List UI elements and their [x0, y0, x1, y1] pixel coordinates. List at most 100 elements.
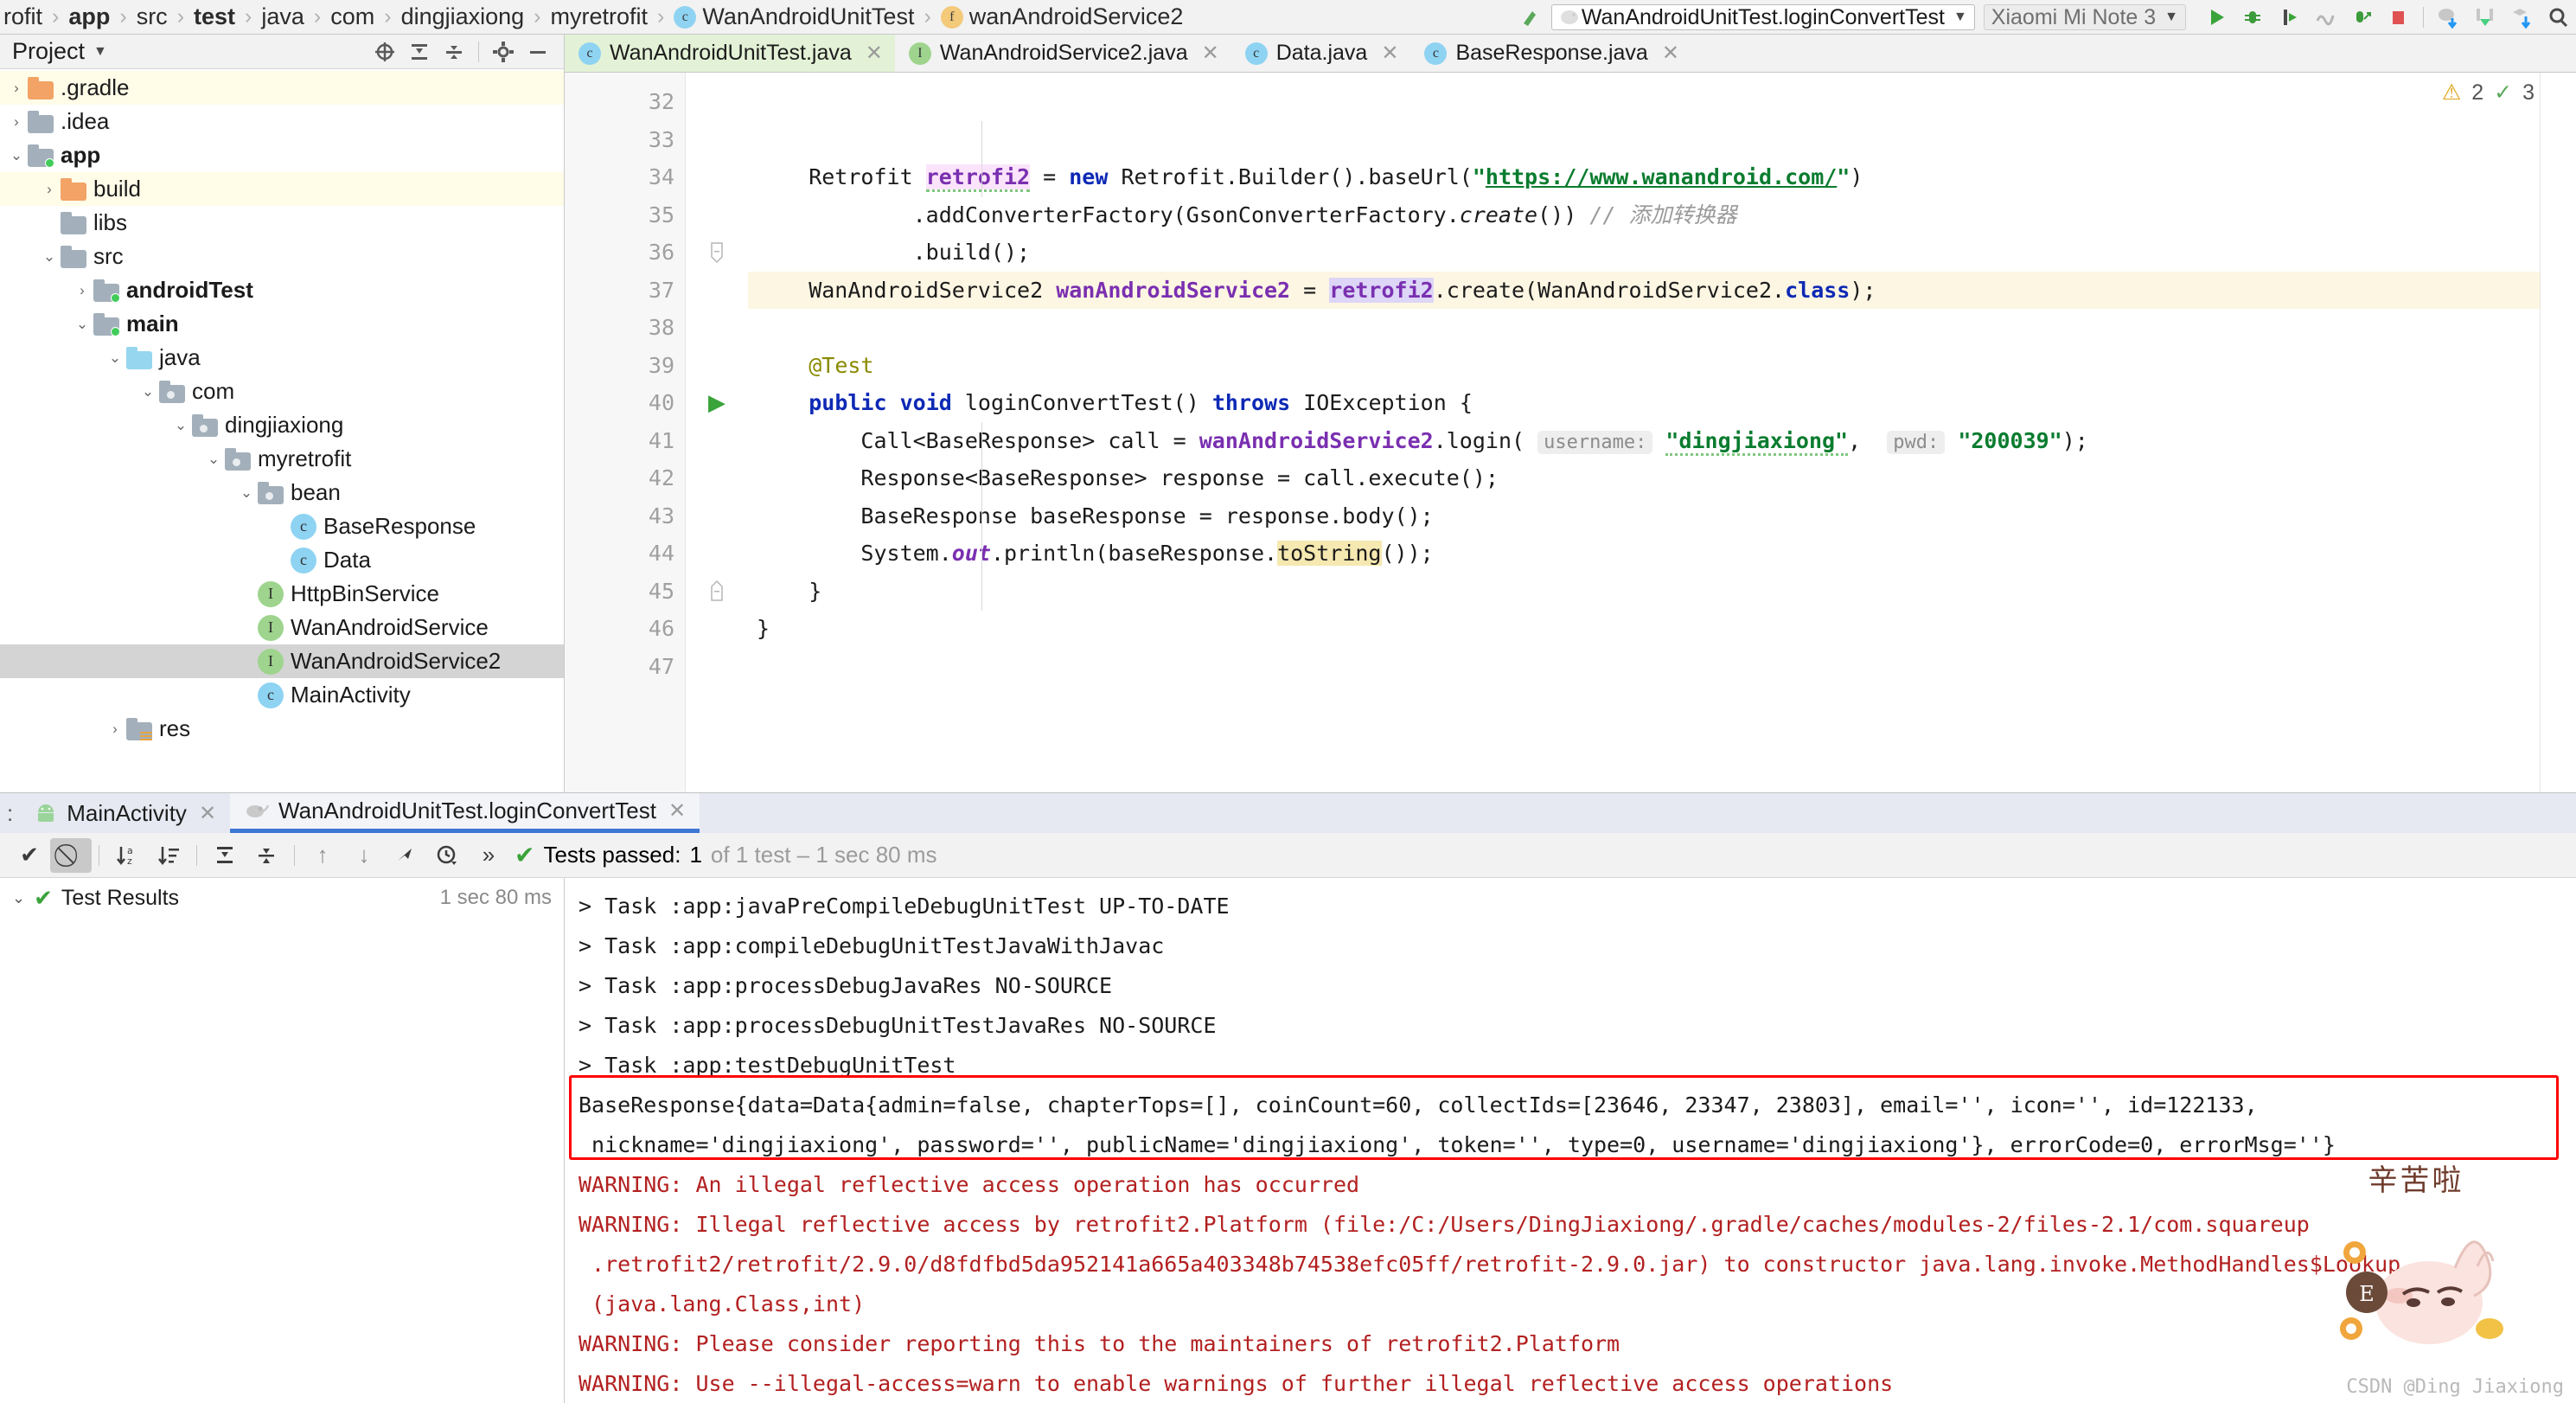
tree-item-libs[interactable]: libs: [0, 206, 564, 240]
tree-item-androidtest[interactable]: › androidTest: [0, 273, 564, 307]
weak-warning-count: 3: [2522, 80, 2534, 105]
fold-marker[interactable]: [686, 234, 748, 272]
editor-tab-baseresponsejava[interactable]: c BaseResponse.java ✕: [1410, 35, 1691, 72]
chevron-down-icon[interactable]: ⌄: [38, 248, 61, 266]
settings-gear-icon[interactable]: [486, 37, 521, 67]
tree-item-myretrofit[interactable]: ⌄ myretrofit: [0, 442, 564, 476]
more-options-icon[interactable]: »: [468, 838, 509, 873]
stop-icon[interactable]: [2383, 4, 2413, 30]
chevron-right-icon[interactable]: ›: [104, 721, 126, 738]
chevron-down-icon[interactable]: ⌄: [104, 349, 126, 367]
close-icon[interactable]: ✕: [199, 801, 216, 826]
chevron-right-icon[interactable]: ›: [71, 282, 93, 299]
chevron-down-icon[interactable]: ▼: [2164, 10, 2178, 25]
show-passed-icon[interactable]: ✔: [9, 838, 50, 873]
tree-item-gradle[interactable]: › .gradle: [0, 71, 564, 105]
prev-failed-icon[interactable]: ↑: [302, 838, 343, 873]
tree-item-main[interactable]: ⌄ main: [0, 307, 564, 341]
close-icon[interactable]: ✕: [1381, 41, 1398, 66]
chevron-down-icon[interactable]: ⌄: [71, 316, 93, 333]
breadcrumb-item-app[interactable]: app: [68, 3, 110, 30]
chevron-right-icon[interactable]: ›: [38, 181, 61, 198]
tree-item-res[interactable]: › res: [0, 712, 564, 746]
tree-item-httpbinservice[interactable]: I HttpBinService: [0, 577, 564, 611]
console-output[interactable]: > Task :app:javaPreCompileDebugUnitTest …: [565, 878, 2576, 1403]
sync-gradle-icon[interactable]: [2434, 4, 2464, 30]
chevron-down-icon[interactable]: ⌄: [235, 484, 258, 502]
breadcrumb-item-rofit[interactable]: rofit: [3, 3, 42, 30]
attach-debugger-icon[interactable]: [2347, 4, 2376, 30]
source-code[interactable]: Retrofit retrofi2 = new Retrofit.Builder…: [748, 73, 2540, 792]
breadcrumb-item-java[interactable]: java: [261, 3, 304, 30]
makeproject-icon[interactable]: [1517, 4, 1546, 30]
tree-item-java[interactable]: ⌄ java: [0, 341, 564, 375]
project-tree[interactable]: › .gradle › .idea ⌄ app › build libs ⌄ src › androi…: [0, 69, 564, 792]
fold-marker[interactable]: [686, 573, 748, 611]
tree-item-dingjiaxiong[interactable]: ⌄ dingjiaxiong: [0, 408, 564, 442]
chevron-down-icon[interactable]: ⌄: [12, 889, 25, 907]
sort-by-duration-icon[interactable]: [148, 838, 189, 873]
run-test-gutter-icon[interactable]: ▶: [686, 384, 748, 422]
code-area[interactable]: 32 33 34 35 36 37 38 39 40 41 42 43 44 45 46 47 ▶: [565, 73, 2576, 792]
run-tab-mainactivity[interactable]: MainActivity ✕: [20, 793, 230, 833]
hide-panel-icon[interactable]: [521, 37, 555, 67]
editor-tab-wanandroidservice2java[interactable]: I WanAndroidService2.java ✕: [895, 35, 1231, 72]
editor-marker-gutter[interactable]: ▶: [686, 73, 748, 792]
tree-item-baseresponse[interactable]: c BaseResponse: [0, 509, 564, 543]
editor-scrollbar[interactable]: [2540, 73, 2576, 792]
chevron-down-icon[interactable]: ▼: [93, 44, 107, 60]
close-icon[interactable]: ✕: [866, 41, 883, 66]
sdk-manager-icon[interactable]: [2507, 4, 2536, 30]
breadcrumb-item-dingjiaxiong[interactable]: dingjiaxiong: [401, 3, 525, 30]
run-coverage-icon[interactable]: [2274, 4, 2304, 30]
inspection-summary[interactable]: ⚠ 2 ✓ 3: [2442, 80, 2534, 106]
breadcrumb-item-wanandroidservice2[interactable]: f wanAndroidService2: [940, 3, 1183, 30]
locate-icon[interactable]: [368, 37, 402, 67]
breadcrumb-item-myretrofit[interactable]: myretrofit: [551, 3, 649, 30]
tree-item-bean[interactable]: ⌄ bean: [0, 476, 564, 509]
tree-item-com[interactable]: ⌄ com: [0, 375, 564, 408]
collapse-all-icon[interactable]: [246, 838, 287, 873]
tree-item-wanandroidservice2[interactable]: I WanAndroidService2: [0, 644, 564, 678]
breadcrumb-item-test[interactable]: test: [194, 3, 235, 30]
chevron-down-icon[interactable]: ▼: [1953, 10, 1967, 25]
tree-item-mainactivity[interactable]: c MainActivity: [0, 678, 564, 712]
device-selector[interactable]: Xiaomi Mi Note 3 ▼: [1983, 4, 2186, 30]
tree-item-data[interactable]: c Data: [0, 543, 564, 577]
close-icon[interactable]: ✕: [1662, 41, 1679, 66]
chevron-down-icon[interactable]: ⌄: [5, 147, 28, 164]
run-icon[interactable]: [2202, 4, 2231, 30]
test-results-tree[interactable]: ⌄ ✔ Test Results 1 sec 80 ms: [0, 878, 565, 1403]
chevron-down-icon[interactable]: ⌄: [137, 383, 159, 400]
avd-manager-icon[interactable]: [2471, 4, 2500, 30]
tree-item-src[interactable]: ⌄ src: [0, 240, 564, 273]
search-icon[interactable]: [2543, 4, 2573, 30]
breadcrumb-item-com[interactable]: com: [330, 3, 374, 30]
chevron-right-icon[interactable]: ›: [5, 113, 28, 131]
run-tab-unittest[interactable]: WanAndroidUnitTest.loginConvertTest ✕: [230, 793, 700, 833]
chevron-down-icon[interactable]: ⌄: [169, 417, 192, 434]
history-icon[interactable]: [426, 838, 468, 873]
breadcrumb-item-wanandroidunittest[interactable]: c WanAndroidUnitTest: [674, 3, 914, 30]
hide-ignored-icon[interactable]: ⃠: [50, 837, 92, 873]
expand-all-icon[interactable]: [402, 37, 437, 67]
next-failed-icon[interactable]: ↓: [343, 838, 385, 873]
editor-tab-datajava[interactable]: c Data.java ✕: [1231, 35, 1411, 72]
tree-item-app[interactable]: ⌄ app: [0, 138, 564, 172]
debug-icon[interactable]: [2238, 4, 2267, 30]
expand-all-icon[interactable]: [204, 838, 246, 873]
tree-item-wanandroidservice[interactable]: I WanAndroidService: [0, 611, 564, 644]
tree-item-idea[interactable]: › .idea: [0, 105, 564, 138]
chevron-down-icon[interactable]: ⌄: [202, 451, 225, 468]
collapse-all-icon[interactable]: [437, 37, 471, 67]
close-icon[interactable]: ✕: [1202, 41, 1219, 66]
sort-alphabetically-icon[interactable]: az: [106, 838, 148, 873]
chevron-right-icon[interactable]: ›: [5, 80, 28, 97]
rerun-failed-icon[interactable]: [385, 838, 426, 873]
editor-tab-wanandroidunittestjava[interactable]: c WanAndroidUnitTest.java ✕: [565, 35, 895, 72]
tree-item-build[interactable]: › build: [0, 172, 564, 206]
run-configuration-selector[interactable]: WanAndroidUnitTest.loginConvertTest ▼: [1550, 4, 1975, 30]
test-results-root[interactable]: ⌄ ✔ Test Results 1 sec 80 ms: [0, 878, 564, 918]
close-icon[interactable]: ✕: [668, 798, 686, 823]
breadcrumb-item-src[interactable]: src: [137, 3, 168, 30]
